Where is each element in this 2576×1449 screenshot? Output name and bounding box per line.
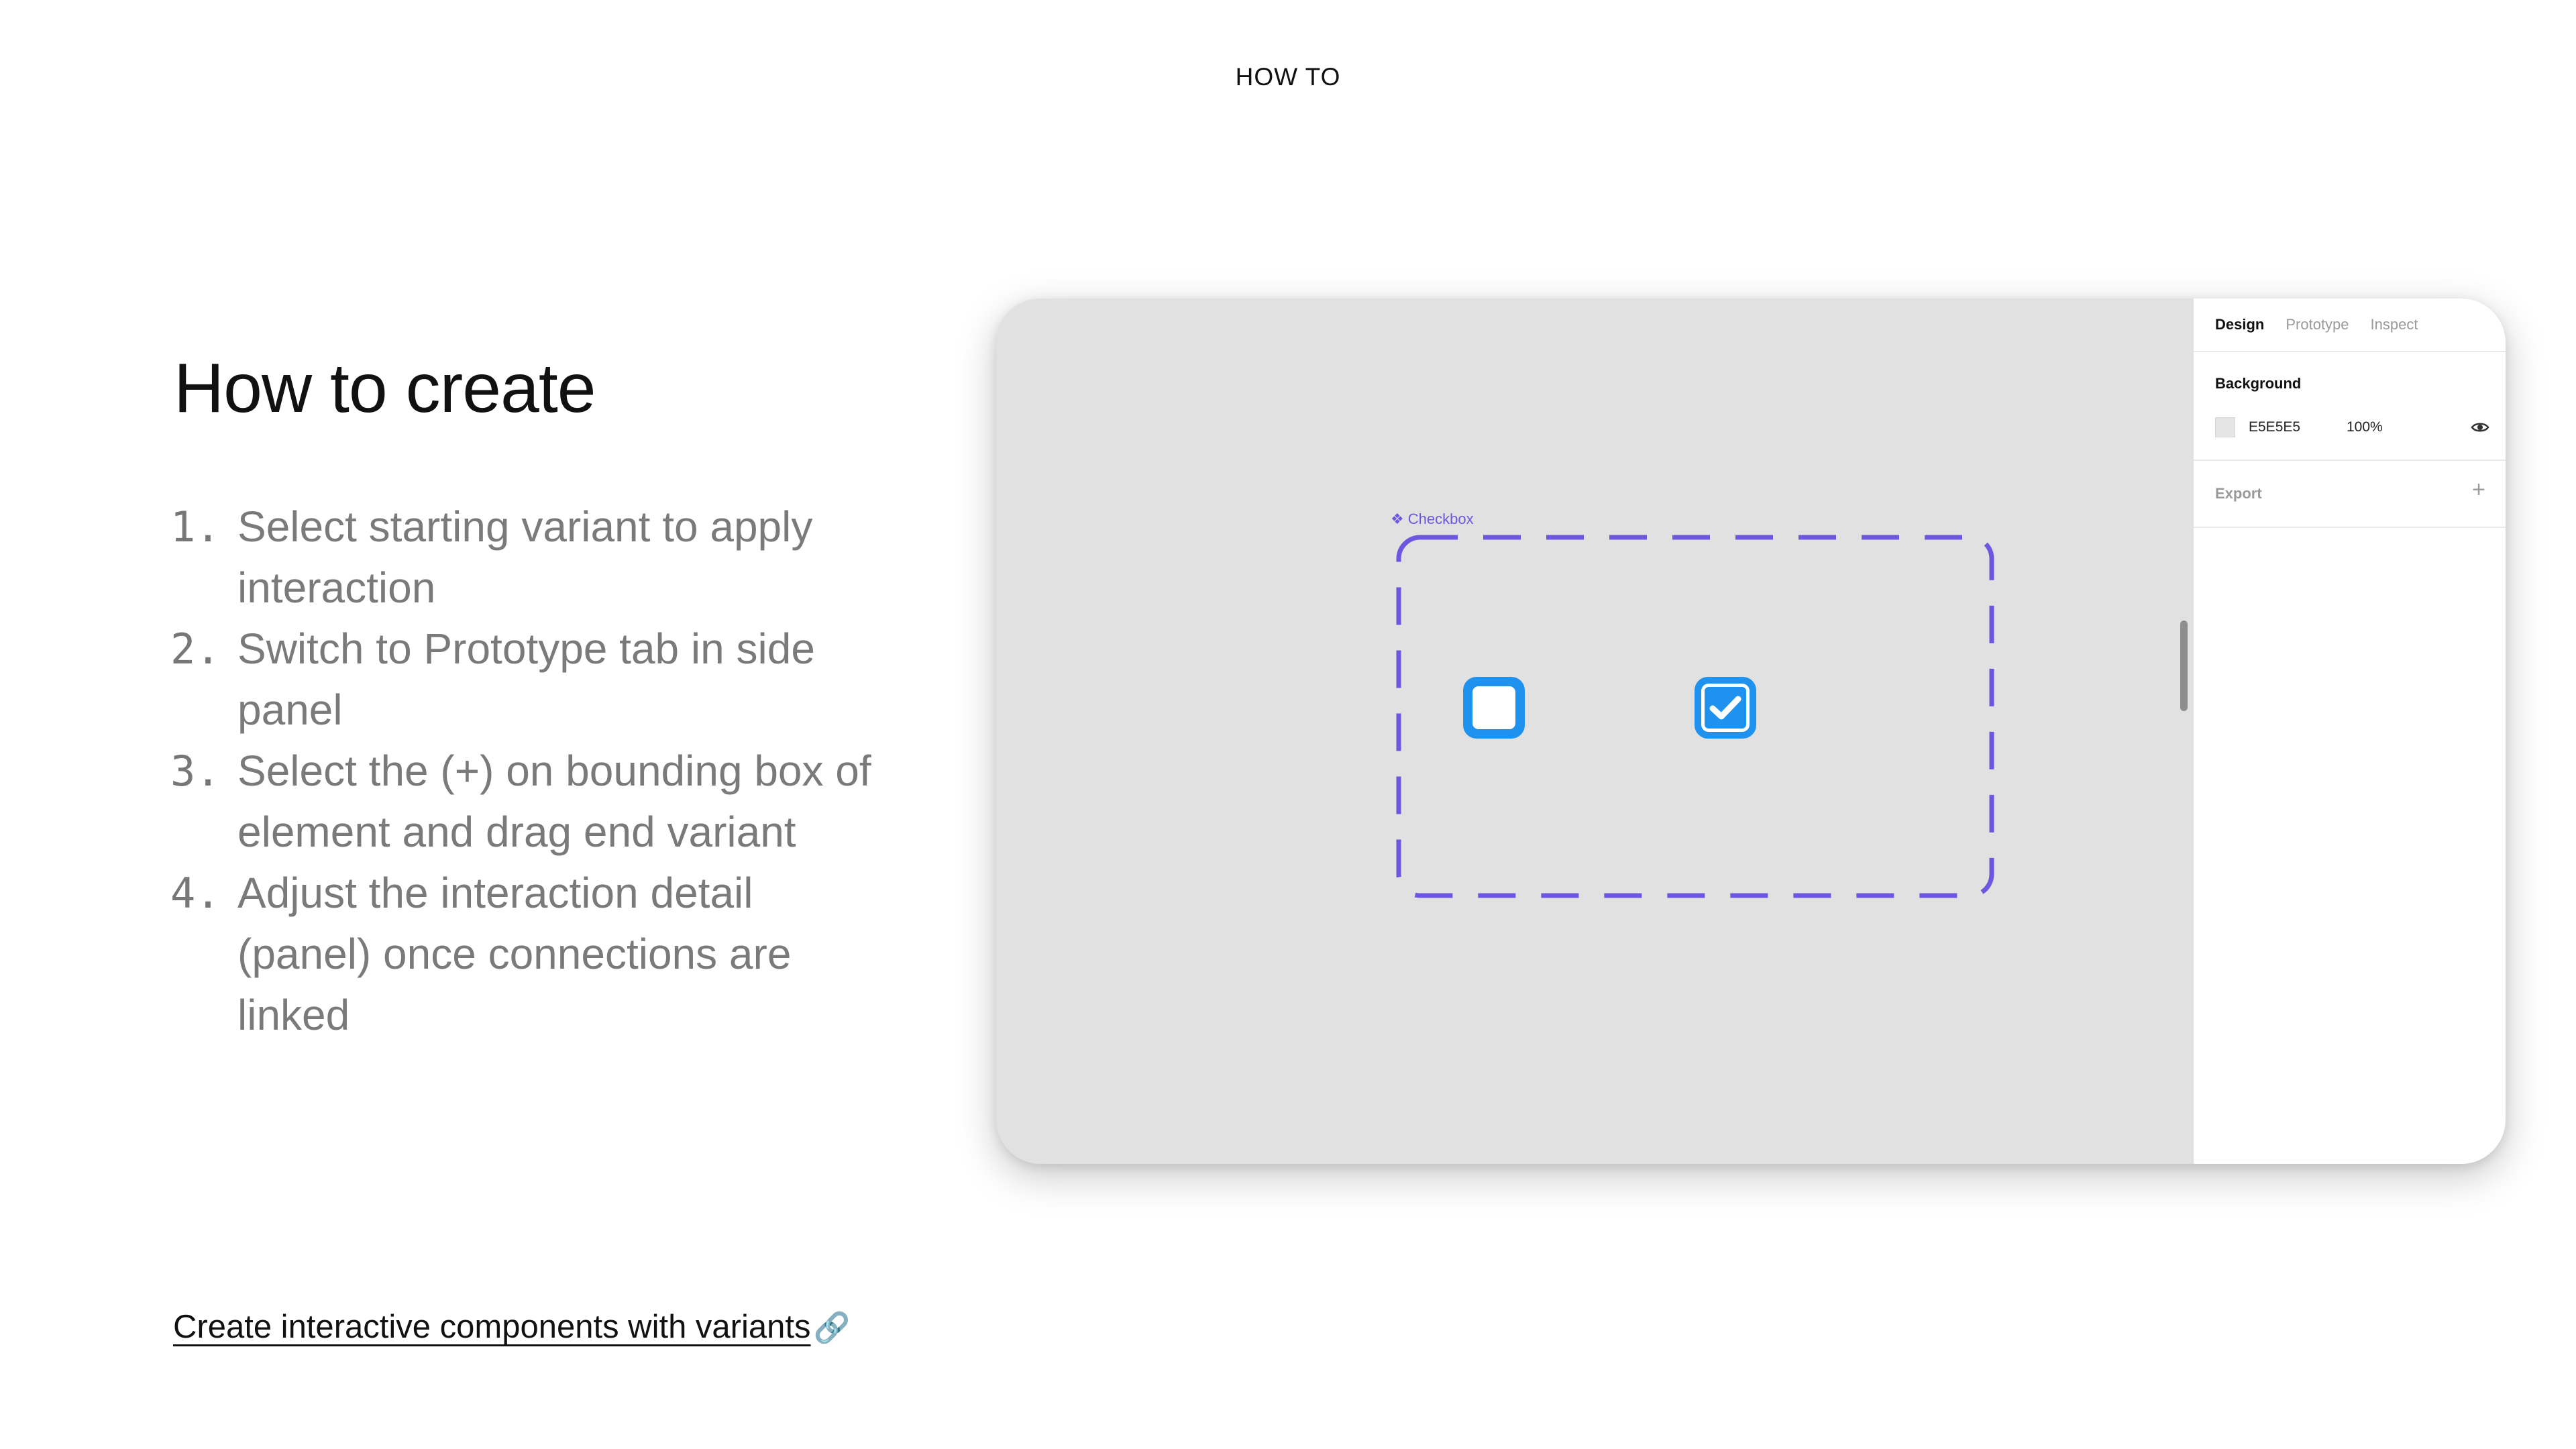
export-section: Export + — [2194, 461, 2506, 528]
step-text: Switch to Prototype tab in side panel — [237, 625, 815, 734]
background-title: Background — [2215, 375, 2302, 392]
checkbox-filled-box — [1701, 684, 1750, 732]
background-fill-row[interactable]: E5E5E5 100% — [2215, 416, 2489, 439]
steps-list: 1. Select starting variant to apply inte… — [170, 496, 881, 1046]
step-text: Adjust the interaction detail (panel) on… — [237, 869, 792, 1039]
tab-prototype[interactable]: Prototype — [2286, 316, 2349, 333]
step-text: Select starting variant to apply interac… — [237, 502, 813, 612]
link-label: Create interactive components with varia… — [173, 1309, 811, 1345]
hex-value[interactable]: E5E5E5 — [2249, 419, 2347, 435]
tab-design[interactable]: Design — [2215, 316, 2264, 333]
color-swatch[interactable] — [2215, 417, 2235, 437]
component-set-name: Checkbox — [1407, 511, 1474, 527]
link-icon: 🔗 — [813, 1311, 851, 1344]
step-number: 2. — [170, 625, 221, 674]
section-eyebrow: HOW TO — [1235, 63, 1341, 91]
interactive-components-link[interactable]: Create interactive components with varia… — [173, 1308, 850, 1346]
background-section: Background E5E5E5 100% — [2194, 352, 2506, 461]
checkbox-checked-variant[interactable] — [1695, 677, 1756, 739]
plus-icon[interactable]: + — [2472, 478, 2485, 501]
step-number: 1. — [170, 502, 221, 551]
export-title: Export — [2215, 485, 2262, 502]
canvas-scrollbar[interactable] — [2180, 621, 2188, 711]
step-item: 4. Adjust the interaction detail (panel)… — [170, 863, 881, 1046]
panel-tabs: Design Prototype Inspect — [2194, 299, 2506, 352]
step-number: 3. — [170, 747, 221, 796]
checkbox-unchecked-variant[interactable] — [1463, 677, 1525, 739]
step-text: Select the (+) on bounding box of elemen… — [237, 747, 871, 856]
step-item: 1. Select starting variant to apply inte… — [170, 496, 881, 619]
checkmark-icon — [1709, 696, 1741, 720]
tab-inspect[interactable]: Inspect — [2371, 316, 2418, 333]
checkbox-empty-box — [1472, 686, 1515, 729]
opacity-value[interactable]: 100% — [2347, 419, 2471, 435]
step-item: 3. Select the (+) on bounding box of ele… — [170, 741, 881, 863]
properties-panel: Design Prototype Inspect Background E5E5… — [2194, 299, 2506, 1164]
page-title: How to create — [174, 350, 596, 427]
page: HOW TO How to create 1. Select starting … — [0, 0, 2576, 1449]
step-item: 2. Switch to Prototype tab in side panel — [170, 619, 881, 741]
eye-icon[interactable] — [2471, 421, 2489, 433]
design-canvas[interactable]: ❖ Checkbox — [996, 299, 2194, 1164]
component-set-label[interactable]: ❖ Checkbox — [1391, 511, 1474, 528]
figma-mockup: ❖ Checkbox Design Prototype Inspect Back… — [996, 299, 2506, 1164]
step-number: 4. — [170, 869, 221, 918]
component-icon: ❖ — [1391, 511, 1404, 527]
